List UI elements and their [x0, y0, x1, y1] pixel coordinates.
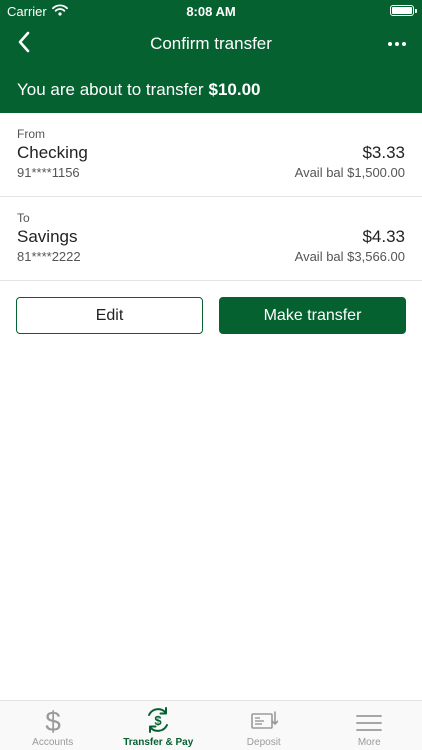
summary-text: You are about to transfer — [17, 79, 204, 99]
confirm-transfer-screen: Carrier 8:08 AM Confirm transfer You are… — [0, 0, 422, 750]
to-label: To — [17, 211, 30, 225]
svg-text:$: $ — [45, 706, 61, 734]
to-account-number: 81****2222 — [17, 249, 81, 264]
from-available-balance: Avail bal $1,500.00 — [294, 165, 405, 180]
more-dot-icon — [402, 42, 406, 46]
from-account: From Checking 91****1156 $3.33 Avail bal… — [0, 113, 422, 197]
transfer-summary: You are about to transfer $10.00 — [0, 66, 422, 113]
to-available-balance: Avail bal $3,566.00 — [294, 249, 405, 264]
edit-button[interactable]: Edit — [16, 297, 203, 334]
to-account-balance: $4.33 — [362, 227, 405, 246]
to-account: To Savings 81****2222 $4.33 Avail bal $3… — [0, 197, 422, 281]
tab-more-label: More — [357, 737, 381, 748]
tab-accounts-label: Accounts — [32, 737, 74, 748]
nav-bar: Confirm transfer — [0, 22, 422, 66]
tab-bar: $ Accounts $ Transfer & Pay Deposit More — [0, 700, 422, 750]
to-account-name: Savings — [17, 227, 78, 246]
chevron-left-icon — [17, 31, 31, 58]
status-bar: Carrier 8:08 AM — [0, 0, 422, 22]
from-account-number: 91****1156 — [17, 165, 80, 180]
deposit-check-icon — [250, 704, 278, 734]
battery-icon — [390, 5, 417, 16]
page-title: Confirm transfer — [150, 34, 272, 53]
clock: 8:08 AM — [186, 4, 236, 19]
transfer-pay-icon: $ — [144, 704, 172, 734]
tab-more[interactable]: More — [317, 701, 422, 750]
tab-deposit[interactable]: Deposit — [211, 701, 317, 750]
from-account-name: Checking — [17, 143, 88, 162]
tab-transfer-pay-label: Transfer & Pay — [123, 737, 194, 748]
back-button[interactable] — [10, 30, 38, 58]
header: Carrier 8:08 AM Confirm transfer You are… — [0, 0, 422, 113]
more-dot-icon — [388, 42, 392, 46]
tab-transfer-pay[interactable]: $ Transfer & Pay — [106, 701, 212, 750]
svg-text:$: $ — [155, 713, 163, 728]
dollar-icon: $ — [43, 704, 63, 734]
tab-accounts[interactable]: $ Accounts — [0, 701, 106, 750]
more-button[interactable] — [388, 34, 406, 54]
menu-icon — [356, 704, 383, 734]
more-dot-icon — [395, 42, 399, 46]
from-label: From — [17, 127, 45, 141]
tab-deposit-label: Deposit — [246, 737, 281, 748]
from-account-balance: $3.33 — [362, 143, 405, 162]
make-transfer-button[interactable]: Make transfer — [219, 297, 406, 334]
transfer-amount: $10.00 — [208, 79, 261, 99]
action-buttons: Edit Make transfer — [0, 281, 422, 351]
